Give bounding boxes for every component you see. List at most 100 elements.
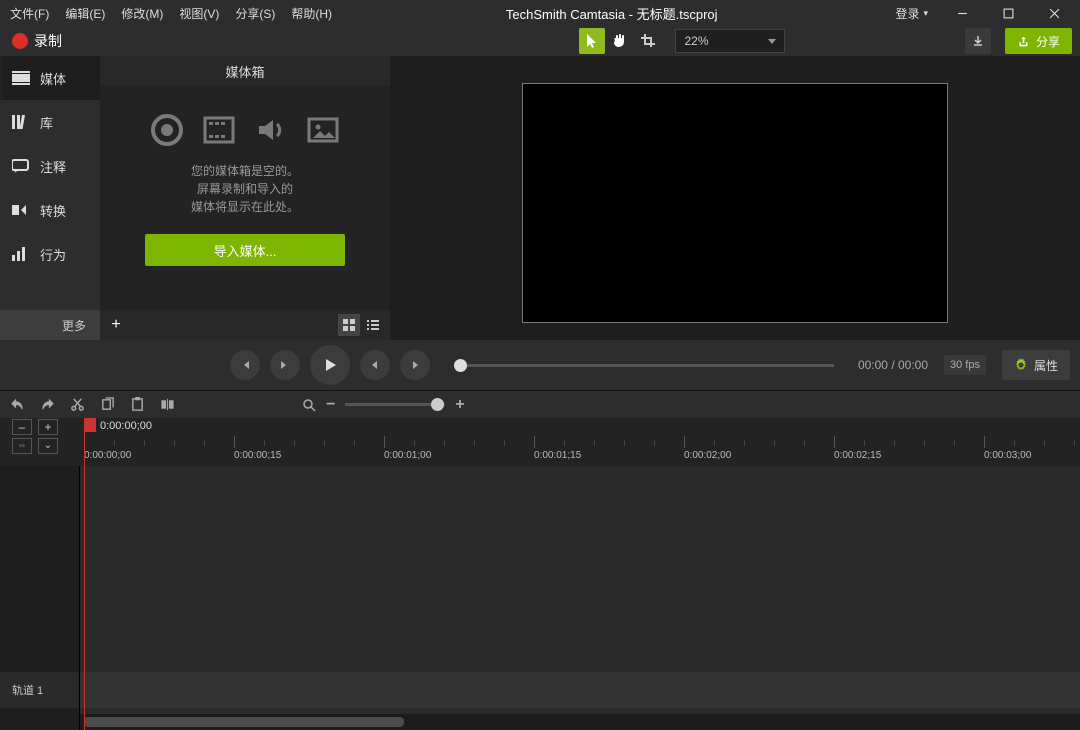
chevron-down-icon: ▾ (923, 8, 928, 19)
annotation-icon (12, 159, 30, 173)
properties-label: 属性 (1034, 357, 1058, 374)
media-type-icons (149, 112, 341, 148)
timeline-scrollbar-thumb[interactable] (84, 717, 404, 727)
record-circle-icon (149, 112, 185, 148)
record-button[interactable]: 录制 (12, 31, 62, 51)
copy-button[interactable] (96, 394, 118, 416)
menubar: 文件(F) 编辑(E) 修改(M) 视图(V) 分享(S) 帮助(H) (4, 1, 338, 26)
media-icon (12, 71, 30, 85)
ruler-tick: 0:00:00;15 (234, 450, 281, 461)
menu-edit[interactable]: 编辑(E) (59, 1, 111, 26)
prev-frame-button[interactable] (230, 350, 260, 380)
canvas-area (390, 56, 1080, 340)
sidebar-item-annotations[interactable]: 注释 (0, 144, 100, 188)
timeline-zoom-slider[interactable] (345, 403, 445, 406)
zoom-slider-thumb[interactable] (431, 398, 444, 411)
timeline-ruler[interactable]: 0:00:00;000:00:00;150:00:01;000:00:01;15… (80, 436, 1080, 466)
transition-icon (12, 203, 30, 217)
fps-display[interactable]: 30 fps (944, 355, 986, 375)
pointer-tool[interactable] (579, 28, 605, 54)
add-media-button[interactable]: + (106, 315, 126, 335)
ruler-tick: 0:00:03;00 (984, 450, 1031, 461)
window-title: TechSmith Camtasia - 无标题.tscproj (338, 4, 885, 23)
properties-button[interactable]: 属性 (1002, 350, 1070, 380)
menu-file[interactable]: 文件(F) (4, 1, 55, 26)
menu-help[interactable]: 帮助(H) (285, 1, 338, 26)
play-button[interactable] (310, 345, 350, 385)
menu-share[interactable]: 分享(S) (229, 1, 281, 26)
toolbar: 录制 22% 分享 (0, 26, 1080, 56)
track-lanes[interactable] (80, 466, 1080, 730)
login-button[interactable]: 登录 ▾ (885, 1, 938, 26)
zoom-out-button[interactable]: − (326, 396, 335, 414)
media-panel: 媒体箱 您的媒体箱是空的。 屏幕录制和导入的 媒体将显示在此处。 导入媒体...… (100, 56, 390, 340)
download-button[interactable] (965, 28, 991, 54)
sidebar: 媒体 库 注释 转换 行为 更多 (0, 56, 100, 340)
step-back-button[interactable] (360, 350, 390, 380)
ruler-tick: 0:00:02;00 (684, 450, 731, 461)
step-forward-button[interactable] (400, 350, 430, 380)
sidebar-item-library[interactable]: 库 (0, 100, 100, 144)
zoom-value: 22% (684, 34, 708, 48)
search-icon (302, 398, 316, 412)
ruler-tick: 0:00:02;15 (834, 450, 881, 461)
record-label: 录制 (34, 31, 62, 51)
sidebar-item-media[interactable]: 媒体 (0, 56, 100, 100)
playhead-time: 0:00:00;00 (100, 420, 152, 432)
track-header[interactable]: 轨道 1 (0, 672, 79, 708)
maximize-button[interactable] (986, 0, 1030, 26)
seek-thumb[interactable] (454, 359, 467, 372)
next-frame-button[interactable] (270, 350, 300, 380)
add-track-button[interactable]: + (38, 419, 58, 435)
quantize-toggle[interactable]: ◦◦ (12, 438, 32, 454)
import-media-button[interactable]: 导入媒体... (145, 234, 345, 266)
share-icon (1017, 35, 1030, 48)
paste-button[interactable] (126, 394, 148, 416)
timeline-tools: − + (0, 390, 1080, 418)
sidebar-item-behaviors[interactable]: 行为 (0, 232, 100, 276)
sidebar-item-label: 转换 (40, 201, 66, 220)
zoom-in-button[interactable]: + (455, 396, 464, 414)
pan-tool[interactable] (607, 28, 633, 54)
titlebar: 文件(F) 编辑(E) 修改(M) 视图(V) 分享(S) 帮助(H) Tech… (0, 0, 1080, 26)
close-button[interactable] (1032, 0, 1076, 26)
cut-button[interactable] (66, 394, 88, 416)
timeline-ruler-row: ◦◦ ⌄ 0:00:00;00 0:00:00;15 0:00:01;00 0:00:… (0, 436, 1080, 466)
preview-canvas[interactable] (522, 83, 948, 323)
timeline-tracks: 轨道 1 (0, 466, 1080, 730)
canvas-zoom-select[interactable]: 22% (675, 29, 785, 53)
behavior-icon (12, 247, 30, 261)
film-icon (201, 112, 237, 148)
menu-modify[interactable]: 修改(M) (115, 1, 169, 26)
timeline-scrollbar[interactable] (80, 714, 1080, 730)
minimize-button[interactable] (940, 0, 984, 26)
sidebar-item-label: 库 (40, 113, 53, 132)
gear-icon (1014, 358, 1028, 372)
audio-icon (253, 112, 289, 148)
playback-bar: 00:00 / 00:00 30 fps 属性 (0, 340, 1080, 390)
login-label: 登录 (895, 5, 919, 22)
list-view-button[interactable] (362, 314, 384, 336)
track-lane[interactable] (80, 672, 1080, 708)
split-button[interactable] (156, 394, 178, 416)
ruler-tick: 0:00:01;00 (384, 450, 431, 461)
media-empty-text: 您的媒体箱是空的。 屏幕录制和导入的 媒体将显示在此处。 (191, 162, 299, 216)
playhead-flag[interactable] (84, 418, 96, 432)
ruler-tick: 0:00:00;00 (84, 450, 131, 461)
library-icon (12, 115, 30, 129)
image-icon (305, 112, 341, 148)
seek-bar[interactable] (454, 364, 834, 367)
menu-view[interactable]: 视图(V) (173, 1, 225, 26)
grid-view-button[interactable] (338, 314, 360, 336)
collapse-tracks-button[interactable]: ⌄ (38, 438, 58, 454)
share-label: 分享 (1036, 33, 1060, 50)
sidebar-item-transitions[interactable]: 转换 (0, 188, 100, 232)
share-button[interactable]: 分享 (1005, 28, 1072, 54)
marker-toggle-button[interactable]: – (12, 419, 32, 435)
redo-button[interactable] (36, 394, 58, 416)
undo-button[interactable] (6, 394, 28, 416)
sidebar-item-label: 媒体 (40, 69, 66, 88)
crop-tool[interactable] (635, 28, 661, 54)
sidebar-more[interactable]: 更多 (0, 310, 100, 340)
record-icon (12, 33, 28, 49)
